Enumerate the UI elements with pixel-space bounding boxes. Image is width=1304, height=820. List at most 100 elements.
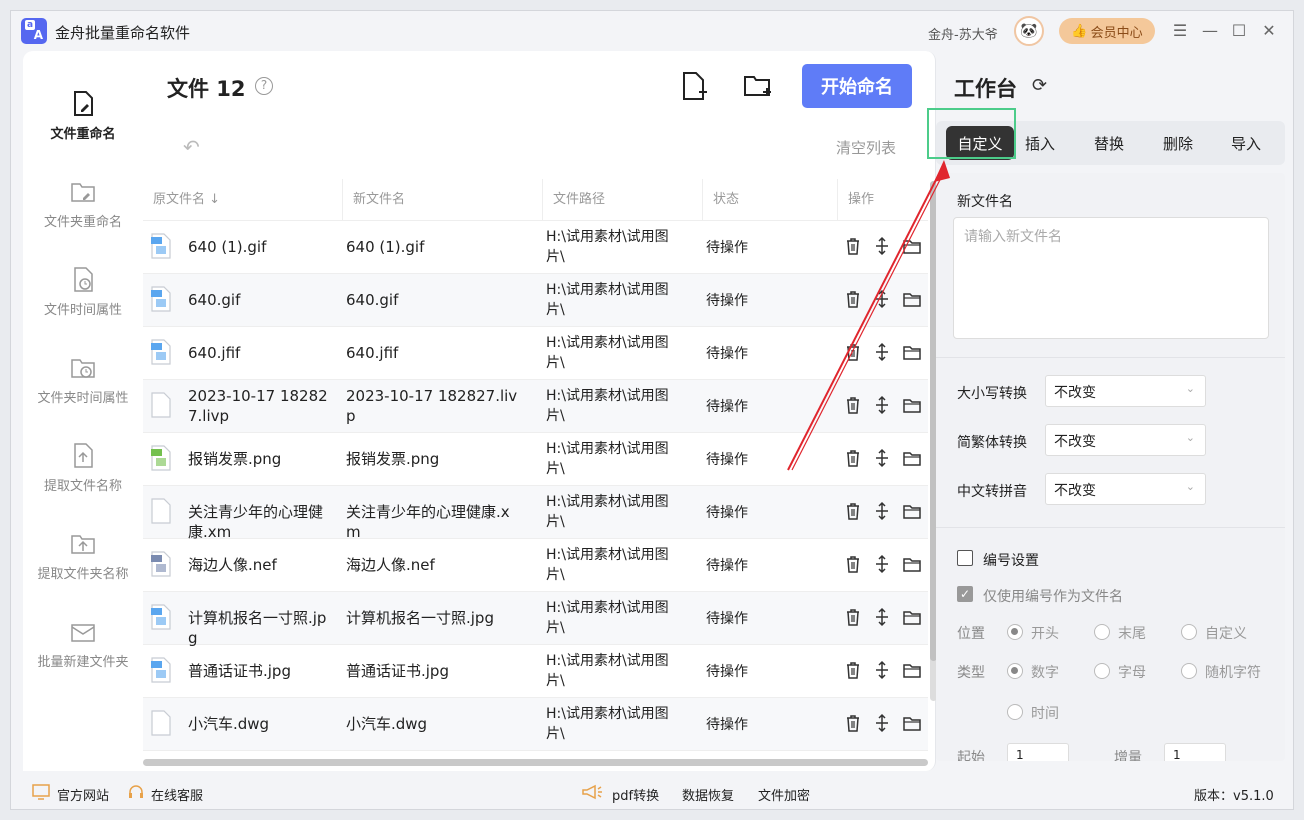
new-file-name: 报销发票.png bbox=[346, 450, 440, 468]
pdf-convert-link[interactable]: pdf转换 bbox=[612, 785, 659, 804]
trash-icon[interactable] bbox=[843, 554, 863, 574]
move-icon[interactable] bbox=[872, 501, 892, 521]
only-number-checkbox[interactable]: ✓ bbox=[957, 586, 973, 602]
move-icon[interactable] bbox=[872, 607, 892, 627]
sidebar-item-extract-file-names[interactable]: 提取文件名称 bbox=[23, 443, 143, 494]
table-row[interactable]: 关注青少年的心理健康.xm 关注青少年的心理健康.xm H:\试用素材\试用图片\ 待… bbox=[143, 486, 928, 541]
horizontal-scrollbar[interactable] bbox=[143, 759, 928, 766]
move-icon[interactable] bbox=[872, 713, 892, 733]
menu-icon[interactable]: ☰ bbox=[1170, 21, 1190, 40]
avatar[interactable]: 🐼 bbox=[1014, 16, 1044, 46]
case-convert-select[interactable]: 不改变 ⌄ bbox=[1045, 375, 1206, 407]
new-name-input[interactable]: 请输入新文件名 bbox=[953, 217, 1269, 339]
trash-icon[interactable] bbox=[843, 501, 863, 521]
only-number-label: 仅使用编号作为文件名 bbox=[983, 589, 1123, 605]
file-path: H:\试用素材\试用图片\ bbox=[546, 600, 669, 636]
trad-simp-select[interactable]: 不改变 ⌄ bbox=[1045, 424, 1206, 456]
open-folder-icon[interactable] bbox=[902, 342, 922, 362]
trash-icon[interactable] bbox=[843, 713, 863, 733]
table-row[interactable]: 海边人像.nef 海边人像.nef H:\试用素材\试用图片\ 待操作 bbox=[143, 539, 928, 592]
open-folder-icon[interactable] bbox=[902, 289, 922, 309]
online-support-link[interactable]: 在线客服 bbox=[151, 785, 203, 804]
move-icon[interactable] bbox=[872, 554, 892, 574]
open-folder-icon[interactable] bbox=[902, 395, 922, 415]
tab-replace[interactable]: 替换 bbox=[1094, 133, 1124, 154]
sidebar-item-file-rename[interactable]: 文件重命名 bbox=[23, 91, 143, 142]
pinyin-select[interactable]: 不改变 ⌄ bbox=[1045, 473, 1206, 505]
clear-list-button[interactable]: 清空列表 bbox=[836, 137, 896, 158]
add-folder-icon[interactable] bbox=[743, 71, 773, 101]
tab-delete[interactable]: 删除 bbox=[1163, 133, 1193, 154]
table-row[interactable]: 计算机报名一寸照.jpg 计算机报名一寸照.jpg H:\试用素材\试用图片\ 待操作 bbox=[143, 592, 928, 647]
file-encrypt-link[interactable]: 文件加密 bbox=[758, 785, 810, 804]
close-icon[interactable]: ✕ bbox=[1259, 21, 1279, 40]
undo-icon[interactable]: ↶ bbox=[183, 135, 200, 159]
type-letter-radio[interactable] bbox=[1094, 663, 1110, 679]
trash-icon[interactable] bbox=[843, 289, 863, 309]
vip-center-button[interactable]: 👍 会员中心 bbox=[1059, 18, 1155, 44]
start-number-input[interactable]: 1 bbox=[1007, 743, 1069, 761]
trash-icon[interactable] bbox=[843, 660, 863, 680]
sidebar-item-file-time[interactable]: 文件时间属性 bbox=[23, 267, 143, 318]
open-folder-icon[interactable] bbox=[902, 236, 922, 256]
open-folder-icon[interactable] bbox=[902, 501, 922, 521]
sidebar-item-batch-new-folder[interactable]: 批量新建文件夹 bbox=[23, 619, 143, 670]
table-row[interactable]: 640 (1).gif 640 (1).gif H:\试用素材\试用图片\ 待操作 bbox=[143, 221, 928, 274]
sidebar-item-extract-folder-names[interactable]: 提取文件夹名称 bbox=[23, 531, 143, 582]
user-name[interactable]: 金舟-苏大爷 bbox=[928, 24, 998, 43]
workbench-panel: 工作台 ⟳ 自定义 插入 替换 删除 导入 新文件名 请输入新文件名 大小写转换… bbox=[927, 51, 1295, 771]
column-divider bbox=[837, 179, 838, 221]
type-number-label: 数字 bbox=[1031, 665, 1059, 681]
trash-icon[interactable] bbox=[843, 607, 863, 627]
move-icon[interactable] bbox=[872, 448, 892, 468]
monitor-icon bbox=[32, 784, 50, 800]
open-folder-icon[interactable] bbox=[902, 448, 922, 468]
open-folder-icon[interactable] bbox=[902, 607, 922, 627]
refresh-icon[interactable]: ⟳ bbox=[1032, 75, 1047, 96]
table-row[interactable]: 小汽车.dwg 小汽车.dwg H:\试用素材\试用图片\ 待操作 bbox=[143, 698, 928, 751]
table-row[interactable]: 640.gif 640.gif H:\试用素材\试用图片\ 待操作 bbox=[143, 274, 928, 327]
trash-icon[interactable] bbox=[843, 236, 863, 256]
table-row[interactable]: 640.jfif 640.jfif H:\试用素材\试用图片\ 待操作 bbox=[143, 327, 928, 380]
position-end-radio[interactable] bbox=[1094, 624, 1110, 640]
position-start-radio[interactable] bbox=[1007, 624, 1023, 640]
type-time-radio[interactable] bbox=[1007, 704, 1023, 720]
headset-icon bbox=[129, 785, 143, 798]
tab-import[interactable]: 导入 bbox=[1231, 133, 1261, 154]
position-custom-radio[interactable] bbox=[1181, 624, 1197, 640]
minimize-icon[interactable]: — bbox=[1200, 21, 1220, 40]
table-row[interactable]: 报销发票.png 报销发票.png H:\试用素材\试用图片\ 待操作 bbox=[143, 433, 928, 486]
file-path: H:\试用素材\试用图片\ bbox=[546, 282, 669, 318]
column-original-name[interactable]: 原文件名 ↓ bbox=[153, 188, 220, 207]
column-new-name: 新文件名 bbox=[353, 192, 406, 207]
sidebar-item-folder-time[interactable]: 文件夹时间属性 bbox=[23, 355, 143, 406]
step-number-input[interactable]: 1 bbox=[1164, 743, 1226, 761]
move-icon[interactable] bbox=[872, 395, 892, 415]
pinyin-label: 中文转拼音 bbox=[957, 484, 1027, 500]
open-folder-icon[interactable] bbox=[902, 660, 922, 680]
maximize-icon[interactable]: ☐ bbox=[1229, 21, 1249, 40]
move-icon[interactable] bbox=[872, 289, 892, 309]
help-icon[interactable]: ? bbox=[255, 77, 273, 95]
numbering-checkbox[interactable] bbox=[957, 550, 973, 566]
move-icon[interactable] bbox=[872, 236, 892, 256]
open-folder-icon[interactable] bbox=[902, 554, 922, 574]
tab-insert[interactable]: 插入 bbox=[1025, 133, 1055, 154]
add-file-icon[interactable] bbox=[680, 71, 708, 101]
open-folder-icon[interactable] bbox=[902, 713, 922, 733]
move-icon[interactable] bbox=[872, 342, 892, 362]
trash-icon[interactable] bbox=[843, 342, 863, 362]
trash-icon[interactable] bbox=[843, 448, 863, 468]
start-rename-button[interactable]: 开始命名 bbox=[802, 64, 912, 108]
data-recovery-link[interactable]: 数据恢复 bbox=[682, 785, 734, 804]
move-icon[interactable] bbox=[872, 660, 892, 680]
trash-icon[interactable] bbox=[843, 395, 863, 415]
position-custom-label: 自定义 bbox=[1205, 626, 1247, 642]
type-random-radio[interactable] bbox=[1181, 663, 1197, 679]
sidebar-item-folder-rename[interactable]: 文件夹重命名 bbox=[23, 179, 143, 230]
official-site-link[interactable]: 官方网站 bbox=[57, 785, 109, 804]
table-row[interactable]: 普通话证书.jpg 普通话证书.jpg H:\试用素材\试用图片\ 待操作 bbox=[143, 645, 928, 698]
status-text: 待操作 bbox=[706, 505, 748, 521]
type-number-radio[interactable] bbox=[1007, 663, 1023, 679]
table-row[interactable]: 2023-10-17 182827.livp 2023-10-17 182827.… bbox=[143, 380, 928, 433]
